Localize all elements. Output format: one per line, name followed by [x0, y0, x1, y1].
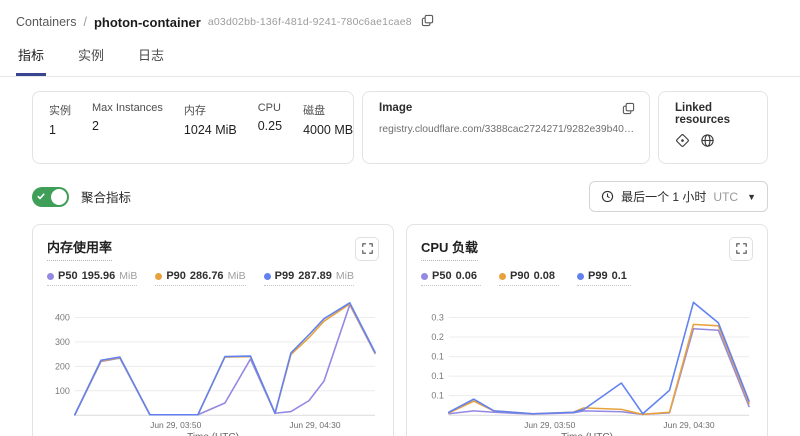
legend-dot [577, 273, 584, 280]
globe-icon[interactable] [700, 133, 715, 153]
svg-text:0.1: 0.1 [431, 352, 443, 362]
svg-text:Jun 29, 04:30: Jun 29, 04:30 [289, 420, 340, 430]
svg-text:400: 400 [55, 312, 70, 322]
workers-icon[interactable] [675, 133, 690, 153]
svg-text:0.1: 0.1 [431, 391, 443, 401]
expand-icon [736, 242, 747, 257]
aggregate-metrics-label: 聚合指标 [81, 187, 131, 206]
chevron-down-icon: ▼ [747, 192, 756, 202]
cpu-chart-title: CPU 负载 [421, 237, 478, 261]
copy-image-button[interactable] [622, 102, 635, 118]
legend-dot [47, 273, 54, 280]
tab-bar: 指标 实例 日志 [0, 45, 800, 77]
memory-chart-xlabel: Time (UTC) [47, 432, 379, 436]
stat-memory: 内存 1024 MiB [184, 102, 237, 153]
time-range-value: 最后一个 1 小时 [621, 188, 706, 205]
memory-chart-expand-button[interactable] [355, 237, 379, 261]
image-card: Image registry.cloudflare.com/3388cac272… [362, 91, 650, 164]
stat-disk: 磁盘 4000 MB [303, 102, 353, 153]
cpu-chart-xlabel: Time (UTC) [421, 432, 753, 436]
page-title: photon-container [94, 15, 201, 30]
legend-item-p90: P90 286.76 MiB [155, 270, 245, 286]
legend-item-p90: P90 0.08 [499, 270, 559, 286]
aggregate-metrics-toggle[interactable] [32, 187, 69, 207]
svg-text:200: 200 [55, 361, 70, 371]
legend-item-p99: P99 0.1 [577, 270, 631, 286]
time-zone-value: UTC [713, 190, 738, 204]
stat-cpu: CPU 0.25 [258, 102, 282, 153]
stat-instances: 实例 1 [49, 102, 71, 153]
svg-text:Jun 29, 03:50: Jun 29, 03:50 [524, 420, 575, 430]
copy-icon [622, 102, 635, 118]
memory-chart-title: 内存使用率 [47, 237, 112, 261]
svg-text:Jun 29, 03:50: Jun 29, 03:50 [150, 420, 201, 430]
cpu-chart-legend: P50 0.06 P90 0.08 P99 0.1 [421, 270, 753, 286]
breadcrumb-containers-link[interactable]: Containers [16, 15, 76, 29]
image-card-label: Image [379, 102, 412, 114]
stats-card: 实例 1 Max Instances 2 内存 1024 MiB CPU 0.2… [32, 91, 354, 164]
main-content: 实例 1 Max Instances 2 内存 1024 MiB CPU 0.2… [0, 77, 800, 436]
tab-logs[interactable]: 日志 [136, 45, 166, 76]
cpu-chart-expand-button[interactable] [729, 237, 753, 261]
legend-item-p99: P99 287.89 MiB [264, 270, 354, 286]
legend-dot [264, 273, 271, 280]
tab-instances[interactable]: 实例 [76, 45, 106, 76]
info-cards-row: 实例 1 Max Instances 2 内存 1024 MiB CPU 0.2… [32, 91, 768, 164]
linked-resources-card: Linked resources [658, 91, 768, 164]
svg-text:300: 300 [55, 337, 70, 347]
memory-chart-legend: P50 195.96 MiB P90 286.76 MiB P99 287.89… [47, 270, 379, 286]
cpu-chart-card: CPU 负载 P50 0.06 [406, 224, 768, 436]
copy-icon [421, 14, 434, 30]
expand-icon [362, 242, 373, 257]
legend-item-p50: P50 0.06 [421, 270, 481, 286]
breadcrumb: Containers / photon-container a03d02bb-1… [0, 0, 800, 32]
check-icon [37, 192, 45, 200]
copy-id-button[interactable] [419, 12, 436, 32]
svg-text:100: 100 [55, 386, 70, 396]
controls-row: 聚合指标 最后一个 1 小时 UTC ▼ [32, 181, 768, 212]
memory-usage-chart[interactable]: 100 200 300 400 Jun 29, 03:50 Jun 29, 04:30 [47, 290, 379, 431]
stat-max-instances: Max Instances 2 [92, 102, 163, 153]
image-registry-value: registry.cloudflare.com/3388cac2724271/9… [379, 124, 635, 135]
legend-item-p50: P50 195.96 MiB [47, 270, 137, 286]
container-id: a03d02bb-136f-481d-9241-780c6ae1cae8 [208, 16, 412, 28]
charts-row: 内存使用率 P50 195.96 MiB [32, 224, 768, 436]
time-range-selector[interactable]: 最后一个 1 小时 UTC ▼ [589, 181, 768, 212]
legend-dot [155, 273, 162, 280]
linked-resources-label: Linked resources [675, 102, 751, 126]
breadcrumb-separator: / [83, 15, 86, 29]
svg-text:0.3: 0.3 [431, 312, 443, 322]
clock-icon [601, 190, 614, 203]
svg-text:0.1: 0.1 [431, 371, 443, 381]
svg-text:Jun 29, 04:30: Jun 29, 04:30 [663, 420, 714, 430]
legend-dot [421, 273, 428, 280]
svg-text:0.2: 0.2 [431, 332, 443, 342]
tab-metrics[interactable]: 指标 [16, 45, 46, 76]
cpu-load-chart[interactable]: 0.1 0.1 0.1 0.2 0.3 Jun 29, 03:50 Jun 29, 04:3… [421, 290, 753, 431]
memory-chart-card: 内存使用率 P50 195.96 MiB [32, 224, 394, 436]
legend-dot [499, 273, 506, 280]
